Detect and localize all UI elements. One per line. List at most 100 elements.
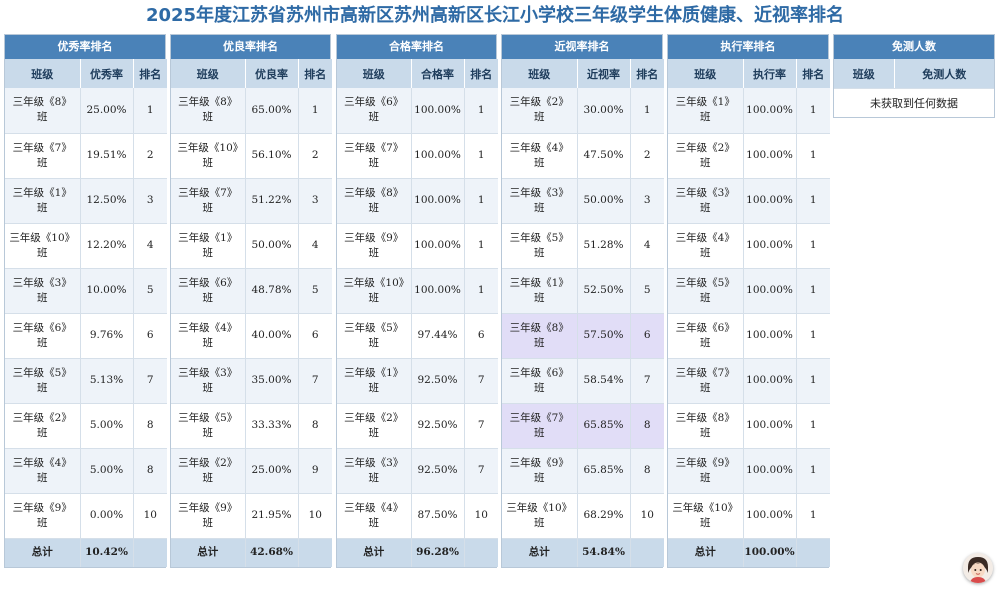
rate-cell: 47.50% — [577, 133, 631, 179]
table-row: 三年级《9》班 100.00% 1 — [337, 223, 498, 269]
class-name-cell: 三年级《9》班 — [337, 223, 412, 269]
rate-cell: 100.00% — [743, 133, 797, 179]
rank-cell: 2 — [133, 133, 167, 179]
rate-cell: 5.13% — [80, 358, 134, 404]
rate-cell: 100.00% — [743, 403, 797, 449]
rank-cell: 8 — [133, 403, 167, 449]
rate-cell: 92.50% — [411, 448, 465, 494]
rate-cell: 5.00% — [80, 448, 134, 494]
rank-cell: 1 — [796, 268, 830, 314]
table-row: 三年级《7》班 100.00% 1 — [668, 358, 830, 404]
rank-cell: 2 — [630, 133, 664, 179]
class-name-cell: 三年级《2》班 — [502, 88, 578, 134]
rate-cell: 50.00% — [245, 223, 299, 269]
myopia-rate-panel: 近视率排名 班级 近视率 排名 三年级《2》班 30.00% 1 三年级《4》班 47.50% 2… — [501, 34, 664, 568]
table-row: 三年级《6》班 100.00% 1 — [337, 88, 498, 134]
rank-cell: 10 — [630, 493, 664, 539]
rate-cell: 40.00% — [245, 313, 299, 359]
rank-cell: 1 — [796, 403, 830, 449]
rank-cell: 10 — [298, 493, 332, 539]
rate-cell: 100.00% — [743, 448, 797, 494]
column-header-rank: 排名 — [133, 59, 167, 88]
total-rank-empty — [298, 538, 332, 567]
column-header-class: 班级 — [337, 59, 412, 88]
total-value: 54.84% — [577, 538, 631, 567]
class-name-cell: 三年级《2》班 — [668, 133, 744, 179]
total-rank-empty — [464, 538, 498, 567]
table-row: 三年级《10》班 12.20% 4 — [5, 223, 167, 269]
rate-cell: 65.00% — [245, 88, 299, 134]
table-row: 三年级《6》班 100.00% 1 — [668, 313, 830, 359]
rank-cell: 8 — [630, 448, 664, 494]
panel-title: 近视率排名 — [502, 35, 662, 59]
total-label: 总计 — [337, 538, 412, 567]
table-row: 三年级《3》班 50.00% 3 — [502, 178, 664, 224]
total-rank-empty — [796, 538, 830, 567]
rank-cell: 10 — [133, 493, 167, 539]
rate-cell: 12.50% — [80, 178, 134, 224]
rate-cell: 9.76% — [80, 313, 134, 359]
assistant-avatar-icon[interactable] — [963, 553, 993, 583]
rank-cell: 3 — [630, 178, 664, 224]
class-name-cell: 三年级《6》班 — [5, 313, 81, 359]
table-row: 三年级《3》班 92.50% 7 — [337, 448, 498, 494]
class-name-cell: 三年级《9》班 — [171, 493, 246, 539]
table-row: 三年级《5》班 33.33% 8 — [171, 403, 332, 449]
rate-cell: 57.50% — [577, 313, 631, 359]
class-name-cell: 三年级《2》班 — [171, 448, 246, 494]
execution-rate-table: 班级 执行率 排名 三年级《1》班 100.00% 1 三年级《2》班 100.00% 1 三年级… — [668, 59, 830, 567]
excellent-rate-table: 班级 优秀率 排名 三年级《8》班 25.00% 1 三年级《7》班 19.51% 2 三年级《1… — [5, 59, 167, 567]
table-row: 三年级《1》班 92.50% 7 — [337, 358, 498, 404]
class-name-cell: 三年级《8》班 — [337, 178, 412, 224]
table-row: 三年级《5》班 97.44% 6 — [337, 313, 498, 359]
table-row: 三年级《2》班 25.00% 9 — [171, 448, 332, 494]
rank-cell: 8 — [630, 403, 664, 449]
total-row: 总计 96.28% — [337, 538, 498, 567]
table-row: 三年级《4》班 87.50% 10 — [337, 493, 498, 539]
table-row: 三年级《1》班 50.00% 4 — [171, 223, 332, 269]
column-header-class: 班级 — [668, 59, 744, 88]
class-name-cell: 三年级《7》班 — [171, 178, 246, 224]
rank-cell: 8 — [133, 448, 167, 494]
rank-cell: 1 — [796, 223, 830, 269]
table-row: 三年级《2》班 100.00% 1 — [668, 133, 830, 179]
class-name-cell: 三年级《6》班 — [171, 268, 246, 314]
rate-cell: 56.10% — [245, 133, 299, 179]
table-row: 三年级《4》班 47.50% 2 — [502, 133, 664, 179]
class-name-cell: 三年级《4》班 — [171, 313, 246, 359]
table-row: 三年级《5》班 100.00% 1 — [668, 268, 830, 314]
class-name-cell: 三年级《2》班 — [337, 403, 412, 449]
rate-cell: 0.00% — [80, 493, 134, 539]
rate-cell: 100.00% — [743, 493, 797, 539]
rate-cell: 51.28% — [577, 223, 631, 269]
class-name-cell: 三年级《3》班 — [5, 268, 81, 314]
class-name-cell: 三年级《7》班 — [5, 133, 81, 179]
rank-cell: 1 — [298, 88, 332, 134]
table-row: 三年级《3》班 100.00% 1 — [668, 178, 830, 224]
rank-cell: 1 — [796, 448, 830, 494]
class-name-cell: 三年级《10》班 — [5, 223, 81, 269]
empty-data-message: 未获取到任何数据 — [834, 88, 994, 117]
table-row: 三年级《10》班 68.29% 10 — [502, 493, 664, 539]
column-header-class: 班级 — [5, 59, 81, 88]
rank-cell: 7 — [464, 403, 498, 449]
column-header-rank: 排名 — [298, 59, 332, 88]
panel-title: 优良率排名 — [171, 35, 330, 59]
class-name-cell: 三年级《5》班 — [5, 358, 81, 404]
good-rate-table: 班级 优良率 排名 三年级《8》班 65.00% 1 三年级《10》班 56.10% 2 三年级《… — [171, 59, 332, 567]
rank-cell: 1 — [796, 313, 830, 359]
class-name-cell: 三年级《5》班 — [337, 313, 412, 359]
class-name-cell: 三年级《4》班 — [502, 133, 578, 179]
table-row: 三年级《9》班 100.00% 1 — [668, 448, 830, 494]
rank-cell: 6 — [298, 313, 332, 359]
rank-cell: 7 — [298, 358, 332, 404]
class-name-cell: 三年级《9》班 — [5, 493, 81, 539]
rank-cell: 6 — [133, 313, 167, 359]
good-rate-panel: 优良率排名 班级 优良率 排名 三年级《8》班 65.00% 1 三年级《10》班 56.10%… — [170, 34, 332, 568]
rank-cell: 1 — [796, 88, 830, 134]
rate-cell: 100.00% — [743, 313, 797, 359]
class-name-cell: 三年级《1》班 — [171, 223, 246, 269]
class-name-cell: 三年级《8》班 — [668, 403, 744, 449]
panel-title: 合格率排名 — [337, 35, 496, 59]
class-name-cell: 三年级《1》班 — [5, 178, 81, 224]
